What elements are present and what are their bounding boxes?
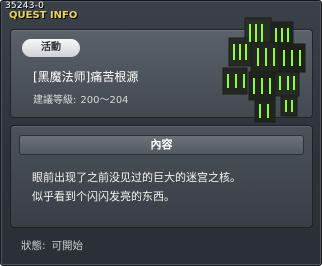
quest-info-window: 35243-0 QUEST INFO 活動 [黑魔法师]痛苦根源 建議等級: 20… (0, 0, 322, 266)
content-line: 似乎看到个闪闪发亮的东西。 (32, 190, 175, 203)
window-title: QUEST INFO (9, 10, 78, 21)
quest-content-panel: 內容 眼前出现了之前没见过的巨大的迷宫之核。 似乎看到个闪闪发亮的东西。 (10, 125, 313, 228)
labyrinth-core-icon (222, 17, 306, 123)
quest-name: [黑魔法师]痛苦根源 (33, 70, 139, 84)
level-range: 200～204 (80, 95, 129, 106)
level-label: 建議等級: (33, 95, 77, 106)
quest-status: 狀態: 可開始 (21, 238, 89, 253)
status-value: 可開始 (51, 240, 84, 252)
content-line: 眼前出现了之前没见过的巨大的迷宫之核。 (32, 171, 241, 184)
content-header: 內容 (19, 135, 304, 155)
quest-summary-panel: 活動 [黑魔法师]痛苦根源 建議等級: 200～204 (10, 17, 313, 123)
recommended-level: 建議等級: 200～204 (33, 91, 133, 106)
content-description: 眼前出现了之前没见过的巨大的迷宫之核。 似乎看到个闪闪发亮的东西。 (32, 168, 302, 206)
status-label: 狀態: (21, 240, 46, 252)
quest-category-badge: 活動 (22, 39, 80, 57)
